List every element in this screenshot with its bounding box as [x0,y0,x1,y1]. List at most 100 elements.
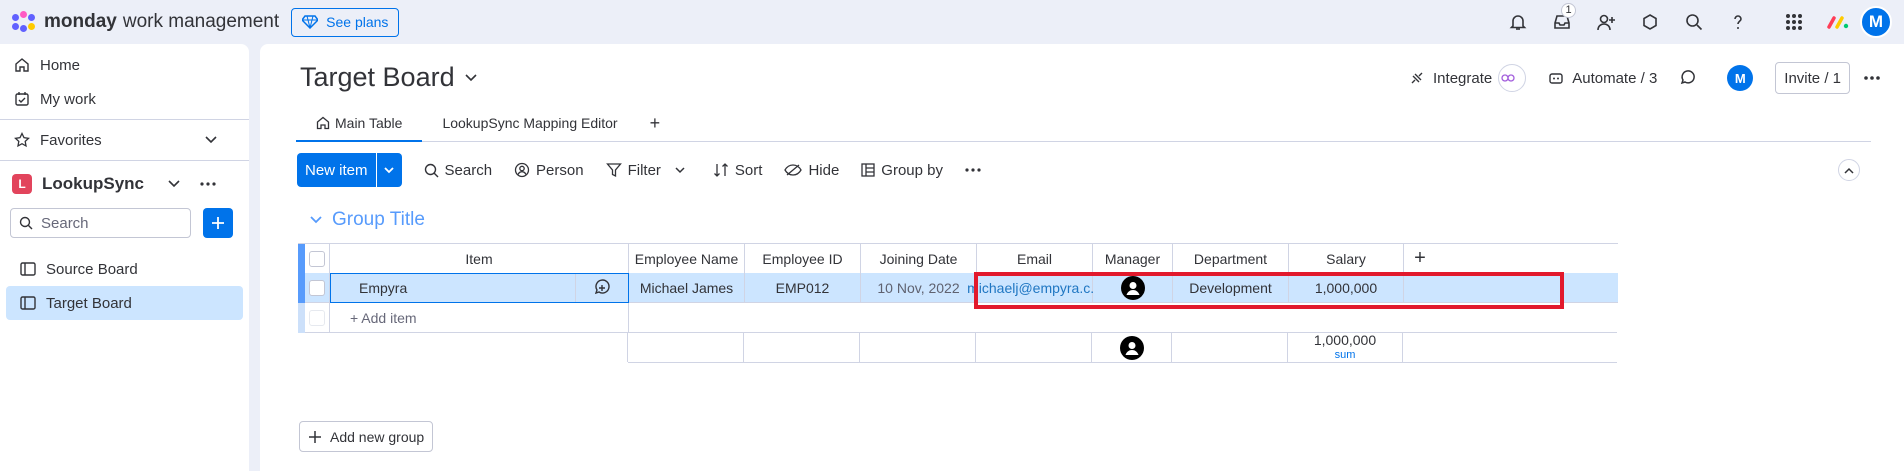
sidebar-item-target-board[interactable]: Target Board [6,286,243,320]
workspace-selector[interactable]: L LookupSync [0,164,249,204]
column-header-salary[interactable]: Salary [1289,244,1404,274]
sidebar-item-label: Home [40,56,81,74]
summary-salary[interactable]: 1,000,000 sum [1288,331,1403,363]
invite-button[interactable]: Invite / 1 [1775,62,1850,94]
board-icon [20,296,36,310]
board-title[interactable]: Target Board [300,62,477,93]
new-item-button[interactable]: New item [297,153,402,187]
person-label: Person [536,161,584,179]
integrate-button[interactable]: Integrate [1409,64,1527,92]
person-avatar-icon [1119,335,1144,360]
automate-button[interactable]: Automate / 3 [1548,70,1657,87]
sidebar-search-input[interactable]: Search [10,208,191,238]
row-checkbox[interactable] [309,279,325,296]
chevron-down-icon[interactable] [675,166,685,174]
user-avatar[interactable]: M [1860,6,1892,38]
sidebar-item-label: Favorites [40,131,102,149]
home-icon [316,116,330,130]
chevron-down-icon [205,136,217,144]
sidebar-item-label: Source Board [46,260,138,278]
sidebar-item-home[interactable]: Home [0,48,249,82]
tab-main-table[interactable]: Main Table [296,105,423,142]
person-filter-button[interactable]: Person [514,162,584,179]
sidebar-item-my-work[interactable]: My work [0,82,249,116]
new-item-label: New item [305,161,368,179]
star-icon [14,132,30,148]
column-header-item[interactable]: Item [330,244,629,274]
tab-label: Main Table [335,115,403,131]
column-header-employee-id[interactable]: Employee ID [745,244,861,274]
automate-label: Automate / 3 [1572,69,1658,87]
add-new-group-button[interactable]: Add new group [299,421,434,452]
chevron-down-icon[interactable] [168,180,180,188]
board-tabs: Main Table LookupSync Mapping Editor + [296,106,1871,142]
invite-members-icon[interactable] [1584,0,1628,44]
sidebar-search-row: Search [0,208,249,238]
see-plans-button[interactable]: See plans [291,7,400,37]
summary-department [1172,333,1288,363]
app-switcher-grid-icon[interactable] [1772,0,1816,44]
see-plans-label: See plans [326,14,389,30]
robot-icon [1549,73,1563,84]
sidebar-item-source-board[interactable]: Source Board [6,252,243,286]
filter-button[interactable]: Filter [605,162,691,179]
tab-lookupsync-mapping-editor[interactable]: LookupSync Mapping Editor [422,105,637,141]
add-board-button[interactable] [203,208,233,238]
new-item-dropdown[interactable] [375,153,402,187]
top-bar: monday work management See plans 1 M [0,0,1904,44]
group-by-label: Group by [881,161,943,179]
sort-icon [713,163,728,177]
updates-chat-icon[interactable] [1679,69,1705,87]
joining-date-cell[interactable]: 10 Nov, 2022 [861,273,977,303]
summary-joining-date [860,333,976,363]
add-item-input[interactable]: + Add item [330,303,629,333]
add-column-button[interactable]: + [1404,244,1436,274]
apps-puzzle-icon[interactable] [1628,0,1672,44]
summary-employee-name [628,333,744,363]
board-more-icon[interactable] [1864,76,1888,80]
search-icon[interactable] [1672,0,1716,44]
group-by-button[interactable]: Group by [861,162,943,179]
highlight-box [974,272,1564,309]
salary-sum-label: sum [1334,348,1356,361]
monday-mark-icon[interactable] [1824,8,1852,36]
board-main: Target Board Integrate Automate / 3 M In… [260,44,1904,471]
select-all-checkbox[interactable] [309,250,325,267]
open-updates-button[interactable] [575,274,628,302]
employee-id-cell[interactable]: EMP012 [745,273,861,303]
inbox-icon[interactable]: 1 [1540,0,1584,44]
board-title-text: Target Board [300,62,455,92]
column-header-employee-name[interactable]: Employee Name [629,244,745,274]
item-cell[interactable]: Empyra [330,273,629,303]
chevron-down-icon[interactable] [310,216,322,224]
column-header-department[interactable]: Department [1173,244,1289,274]
search-button[interactable]: Search [424,161,493,179]
more-options-icon[interactable] [200,182,216,186]
monday-logo[interactable]: monday work management [10,11,279,33]
add-view-button[interactable]: + [638,105,673,141]
column-header-manager[interactable]: Manager [1093,244,1173,274]
logo-icon [10,11,38,33]
brand-product: work management [122,11,280,32]
search-icon [424,163,439,177]
chevron-up-icon [1844,167,1854,174]
help-icon[interactable] [1716,0,1760,44]
sort-button[interactable]: Sort [713,162,762,179]
hide-button[interactable]: Hide [784,162,839,179]
search-label: Search [444,161,493,179]
collapse-header-button[interactable] [1838,159,1860,181]
sidebar-item-favorites[interactable]: Favorites [0,123,249,157]
group-title-text: Group Title [332,209,425,230]
divider [0,119,249,120]
sidebar-item-label: My work [40,90,96,108]
summary-email [976,333,1092,363]
column-header-email[interactable]: Email [977,244,1093,274]
employee-name-cell[interactable]: Michael James [629,273,745,303]
divider [0,160,249,161]
group-header[interactable]: Group Title [310,209,425,231]
notifications-bell-icon[interactable] [1496,0,1540,44]
toolbar-more-icon[interactable] [965,168,987,172]
column-header-joining-date[interactable]: Joining Date [861,244,977,274]
board-member-avatar[interactable]: M [1727,65,1754,91]
salary-sum-value: 1,000,000 [1313,331,1377,348]
